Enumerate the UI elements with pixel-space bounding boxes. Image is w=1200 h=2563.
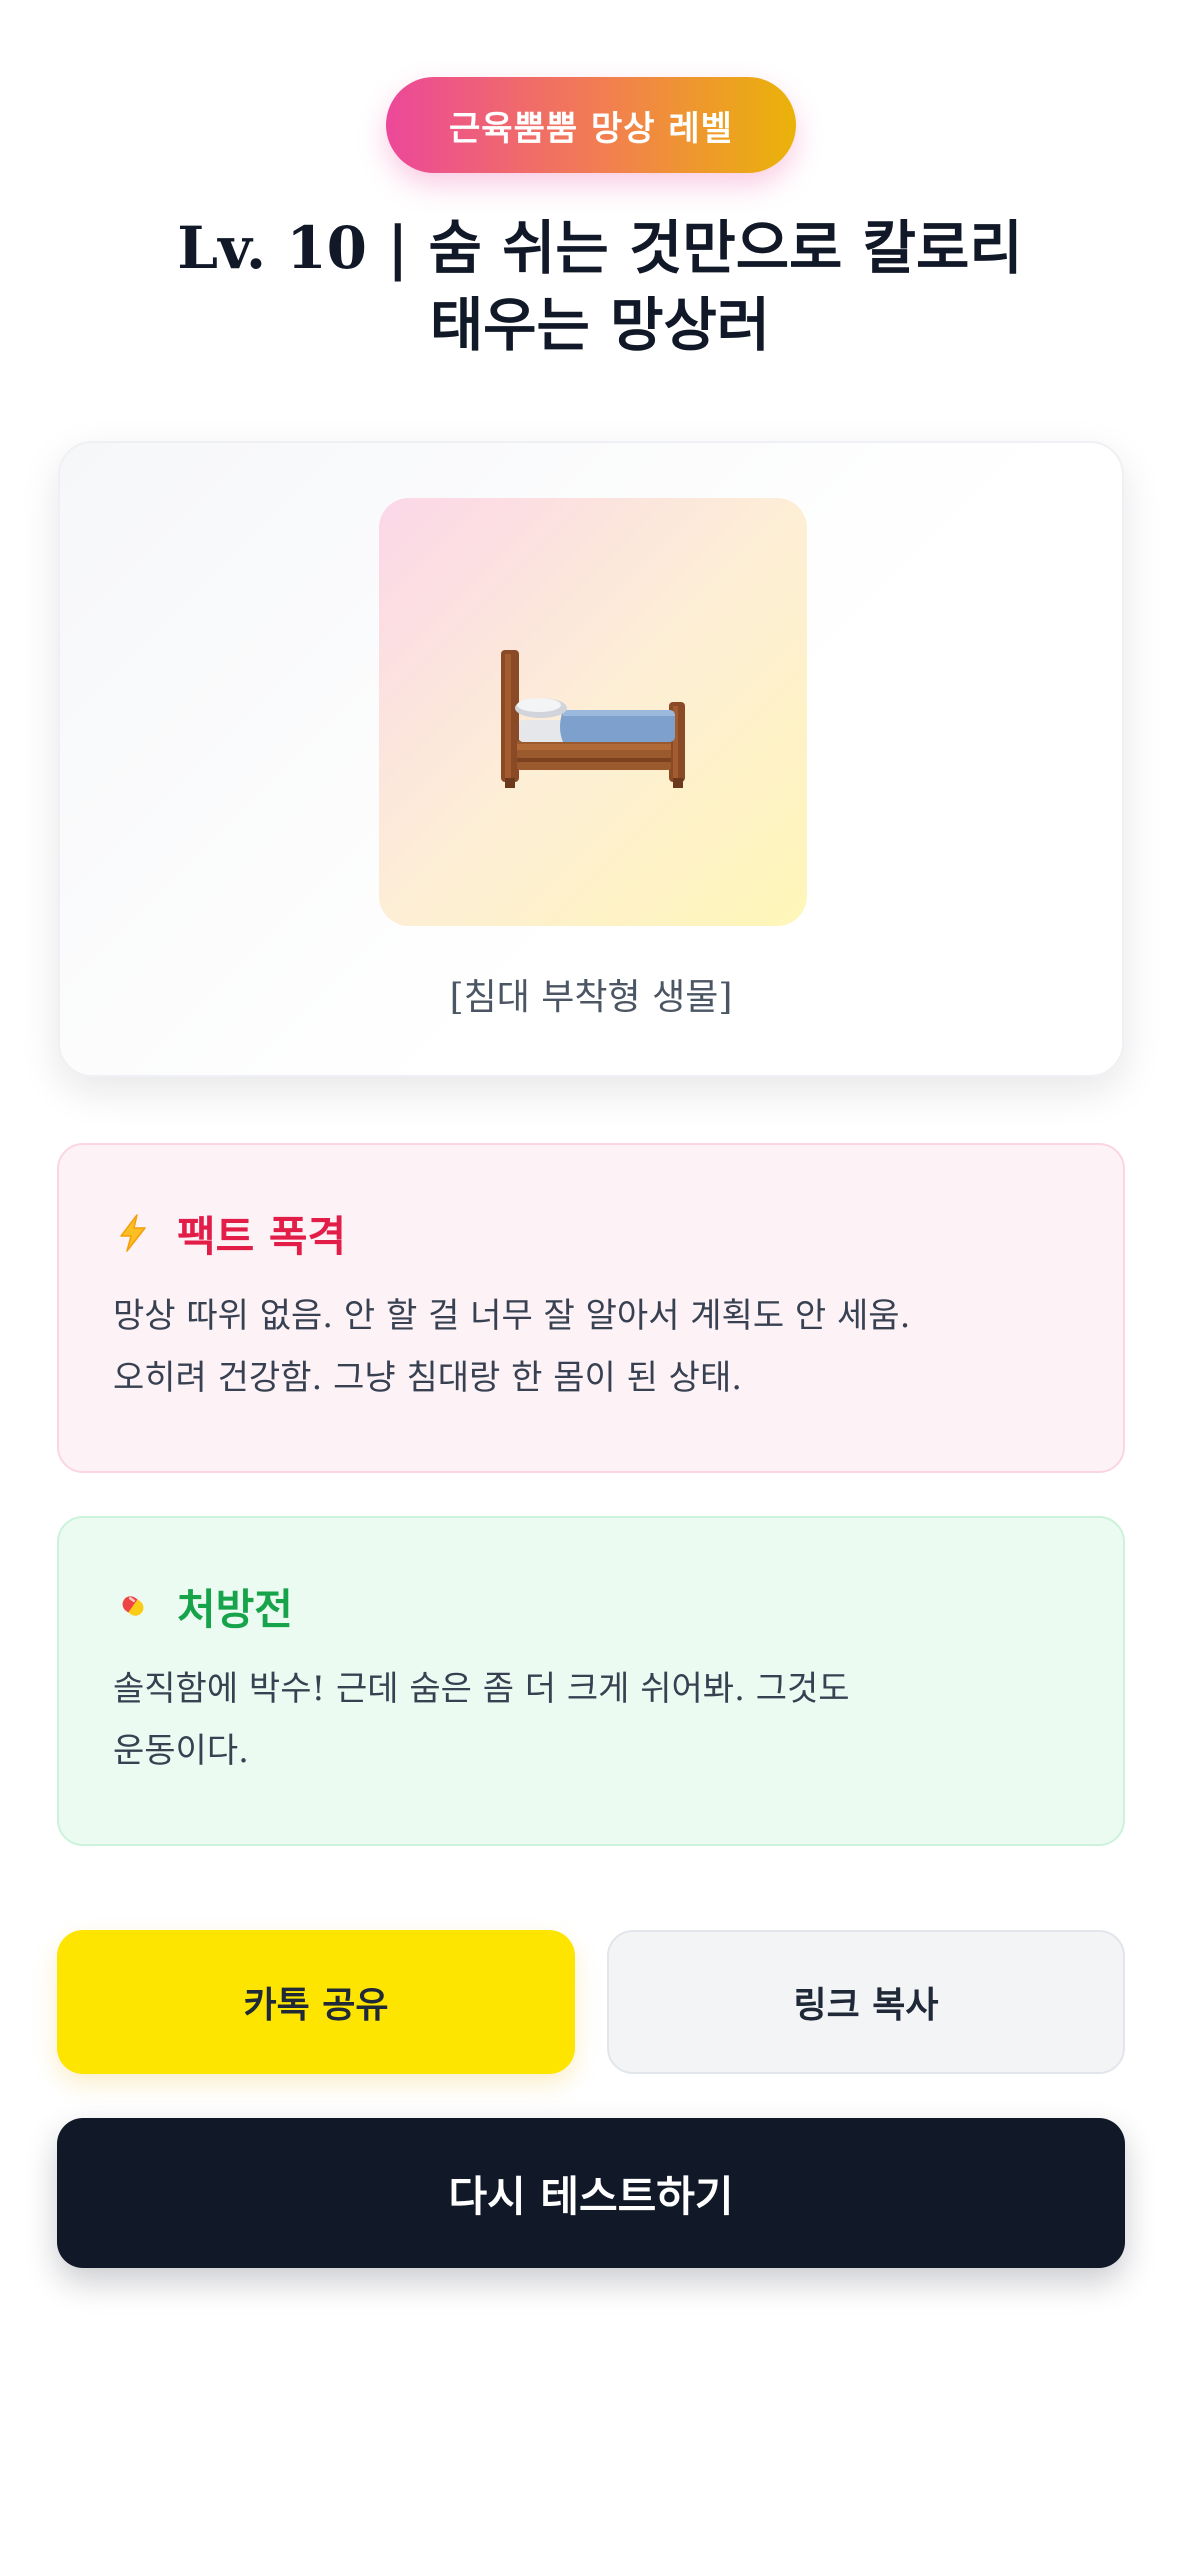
- title-line-1: Lv. 10 | 숨 쉬는 것만으로 칼로리: [177, 214, 1023, 282]
- level-badge-label: 근육뿜뿜 망상 레벨: [449, 108, 733, 149]
- result-caption: [침대 부착형 생물]: [449, 977, 733, 1018]
- prescription-card-title: 처방전: [177, 1584, 293, 1634]
- retry-test-button[interactable]: 다시 테스트하기: [57, 2118, 1125, 2268]
- prescription-card-body: 솔직함에 박수! 근데 숨은 좀 더 크게 쉬어봐. 그것도 운동이다.: [113, 1658, 1013, 1782]
- bed-icon: [501, 650, 685, 788]
- copy-link-button[interactable]: 링크 복사: [607, 1930, 1125, 2074]
- result-image-card: [침대 부착형 생물]: [58, 441, 1124, 1077]
- result-image: [379, 498, 807, 926]
- prescription-card-line-2: 운동이다.: [113, 1731, 249, 1771]
- level-badge: 근육뿜뿜 망상 레벨: [386, 77, 796, 173]
- prescription-card-header: 처방전: [113, 1576, 1069, 1636]
- fact-card-line-1: 망상 따위 없음. 안 할 걸 너무 잘 알아서 계획도 안 세움.: [113, 1296, 911, 1336]
- pill-icon: [122, 1596, 144, 1616]
- result-page: 근육뿜뿜 망상 레벨 Lv. 10 | 숨 쉬는 것만으로 칼로리 태우는 망상…: [0, 0, 1200, 2563]
- fact-card-header: 팩트 폭격: [113, 1203, 1069, 1263]
- fact-card-body: 망상 따위 없음. 안 할 걸 너무 잘 알아서 계획도 안 세움. 오히려 건…: [113, 1285, 1013, 1409]
- fact-card-line-2: 오히려 건강함. 그냥 침대랑 한 몸이 된 상태.: [113, 1358, 743, 1398]
- lightning-icon: [120, 1214, 146, 1252]
- prescription-card: 처방전 솔직함에 박수! 근데 숨은 좀 더 크게 쉬어봐. 그것도 운동이다.: [57, 1516, 1125, 1846]
- copy-link-label: 링크 복사: [793, 1984, 939, 2026]
- fact-card: 팩트 폭격 망상 따위 없음. 안 할 걸 너무 잘 알아서 계획도 안 세움.…: [57, 1143, 1125, 1473]
- kakao-share-label: 카톡 공유: [243, 1984, 389, 2026]
- title-line-2: 태우는 망상러: [429, 290, 771, 359]
- kakao-share-button[interactable]: 카톡 공유: [57, 1930, 575, 2074]
- prescription-card-line-1: 솔직함에 박수! 근데 숨은 좀 더 크게 쉬어봐. 그것도: [113, 1669, 850, 1709]
- page-title: Lv. 10 | 숨 쉬는 것만으로 칼로리 태우는 망상러: [100, 210, 1100, 363]
- retry-test-label: 다시 테스트하기: [448, 2171, 734, 2221]
- fact-card-title: 팩트 폭격: [177, 1211, 347, 1261]
